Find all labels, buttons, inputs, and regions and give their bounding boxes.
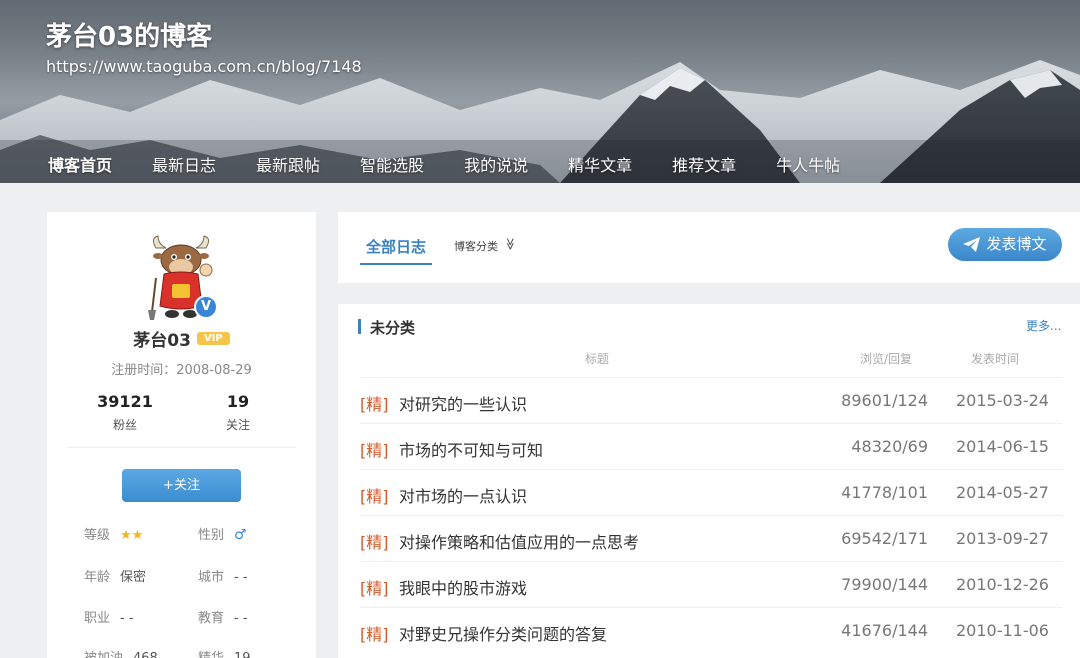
post-row[interactable]: [精] 对野史兄操作分类问题的答复 41676/144 2010-11-06 [360,607,1062,653]
nav-smart-stock-picker[interactable]: 智能选股 [360,152,424,176]
post-views-replies: 69542/171 [841,529,928,548]
post-rows: [精] 对研究的一些认识 89601/124 2015-03-24 [精] 市场… [360,377,1062,653]
info-level-key: 等级 [84,528,111,543]
essence-tag: [精] [360,487,389,506]
info-age-key: 年龄 [84,570,111,585]
top-nav: 博客首页 最新日志 最新跟帖 智能选股 我的说说 精华文章 推荐文章 牛人牛帖 [48,152,880,176]
info-city-value: - - [234,570,248,585]
nav-top-users-posts[interactable]: 牛人牛帖 [776,152,840,176]
tab-blog-category-label: 博客分类 [454,240,498,253]
post-views-replies: 79900/144 [841,575,928,594]
post-date: 2010-11-06 [956,621,1049,640]
info-boost-value: 468 [133,651,158,658]
info-age-value: 保密 [120,570,147,585]
info-essence-key: 精华 [198,651,224,658]
info-level: 等级 ★★ [84,524,143,543]
registration-label: 注册时间： [111,363,177,378]
essence-tag: [精] [360,579,389,598]
post-views-replies: 41676/144 [841,621,928,640]
info-job-value: - - [120,611,134,626]
profile-divider [67,447,296,448]
column-header-title: 标题 [585,352,610,366]
post-date: 2015-03-24 [956,391,1049,410]
nav-latest-replies[interactable]: 最新跟帖 [256,152,320,176]
info-city: 城市 - - [198,566,248,585]
post-views-replies: 41778/101 [841,483,928,502]
column-header-date: 发表时间 [971,352,1020,366]
following-stat[interactable]: 19 关注 [188,392,288,433]
fans-stat[interactable]: 39121 粉丝 [75,392,175,433]
info-essence: 精华 19 [198,647,251,658]
info-education-key: 教育 [198,611,225,626]
following-label: 关注 [225,418,250,432]
post-row[interactable]: [精] 对市场的一点认识 41778/101 2014-05-27 [360,469,1062,515]
nav-blog-home[interactable]: 博客首页 [48,152,112,176]
following-count: 19 [226,392,250,411]
post-date: 2010-12-26 [956,575,1049,594]
tab-blog-category[interactable]: 博客分类 ≫ [454,237,517,254]
essence-tag: [精] [360,395,389,414]
vip-badge: VIP [196,332,230,345]
post-title[interactable]: 对操作策略和估值应用的一点思考 [399,529,639,553]
info-education-value: - - [234,611,248,626]
post-row[interactable]: [精] 市场的不可知与可知 48320/69 2014-06-15 [360,423,1062,469]
post-date: 2014-05-27 [956,483,1049,502]
info-essence-value: 19 [234,651,251,658]
fans-label: 粉丝 [112,418,137,432]
tab-all-logs[interactable]: 全部日志 [359,236,433,265]
essence-tag: [精] [360,441,389,460]
chevron-down-icon: ≫ [503,237,518,251]
nav-featured-articles[interactable]: 精华文章 [568,152,632,176]
post-title[interactable]: 对市场的一点认识 [399,483,527,507]
male-gender-icon: ♂ [234,527,247,543]
post-title[interactable]: 对研究的一些认识 [399,391,527,415]
registration-info: 注册时间：2008-08-29 [47,359,316,378]
publish-post-button[interactable]: 发表博文 [948,228,1062,261]
essence-tag: [精] [360,625,389,644]
fans-count: 39121 [97,392,153,411]
post-title[interactable]: 对野史兄操作分类问题的答复 [399,621,607,645]
registration-date: 2008-08-29 [176,363,252,378]
info-gender-key: 性别 [198,528,225,543]
info-boost-key: 被加油 [84,651,123,658]
post-date: 2014-06-15 [956,437,1049,456]
user-name-row: 茅台03 VIP [47,326,316,351]
nav-my-posts[interactable]: 我的说说 [464,152,528,176]
essence-tag: [精] [360,533,389,552]
blog-title: 茅台03的博客 [46,22,213,52]
nav-latest-logs[interactable]: 最新日志 [152,152,216,176]
post-title[interactable]: 我眼中的股市游戏 [399,575,527,599]
paper-plane-icon [963,237,981,252]
post-list-panel: 未分类 更多... 标题 浏览/回复 发表时间 [精] 对研究的一些认识 896… [338,304,1080,658]
post-title[interactable]: 市场的不可知与可知 [399,437,543,461]
post-row[interactable]: [精] 对研究的一些认识 89601/124 2015-03-24 [360,377,1062,423]
log-tab-bar: 全部日志 博客分类 ≫ 发表博文 [338,212,1080,283]
info-boost: 被加油 468 [84,647,158,658]
publish-post-label: 发表博文 [986,235,1047,253]
info-job-key: 职业 [84,611,111,626]
star-level-icon: ★★ [120,528,144,543]
info-education: 教育 - - [198,607,248,626]
more-link[interactable]: 更多... [1026,317,1061,334]
info-city-key: 城市 [198,570,225,585]
profile-card: V 茅台03 VIP 注册时间：2008-08-29 39121 粉丝 19 关注… [47,212,316,658]
post-row[interactable]: [精] 对操作策略和估值应用的一点思考 69542/171 2013-09-27 [360,515,1062,561]
follow-button[interactable]: +关注 [122,469,241,502]
blog-url[interactable]: https://www.taoguba.com.cn/blog/7148 [46,57,362,76]
post-row[interactable]: [精] 我眼中的股市游戏 79900/144 2010-12-26 [360,561,1062,607]
column-header-stats: 浏览/回复 [860,352,913,366]
info-job: 职业 - - [84,607,134,626]
blog-header-banner: 茅台03的博客 https://www.taoguba.com.cn/blog/… [0,0,1080,183]
info-age: 年龄 保密 [84,566,146,585]
post-date: 2013-09-27 [956,529,1049,548]
info-gender: 性别 ♂ [198,524,247,543]
post-views-replies: 48320/69 [851,437,928,456]
verified-badge-icon: V [194,295,218,319]
section-title: 未分类 [358,317,415,338]
username[interactable]: 茅台03 [133,331,191,351]
post-views-replies: 89601/124 [841,391,928,410]
nav-recommended-articles[interactable]: 推荐文章 [672,152,736,176]
